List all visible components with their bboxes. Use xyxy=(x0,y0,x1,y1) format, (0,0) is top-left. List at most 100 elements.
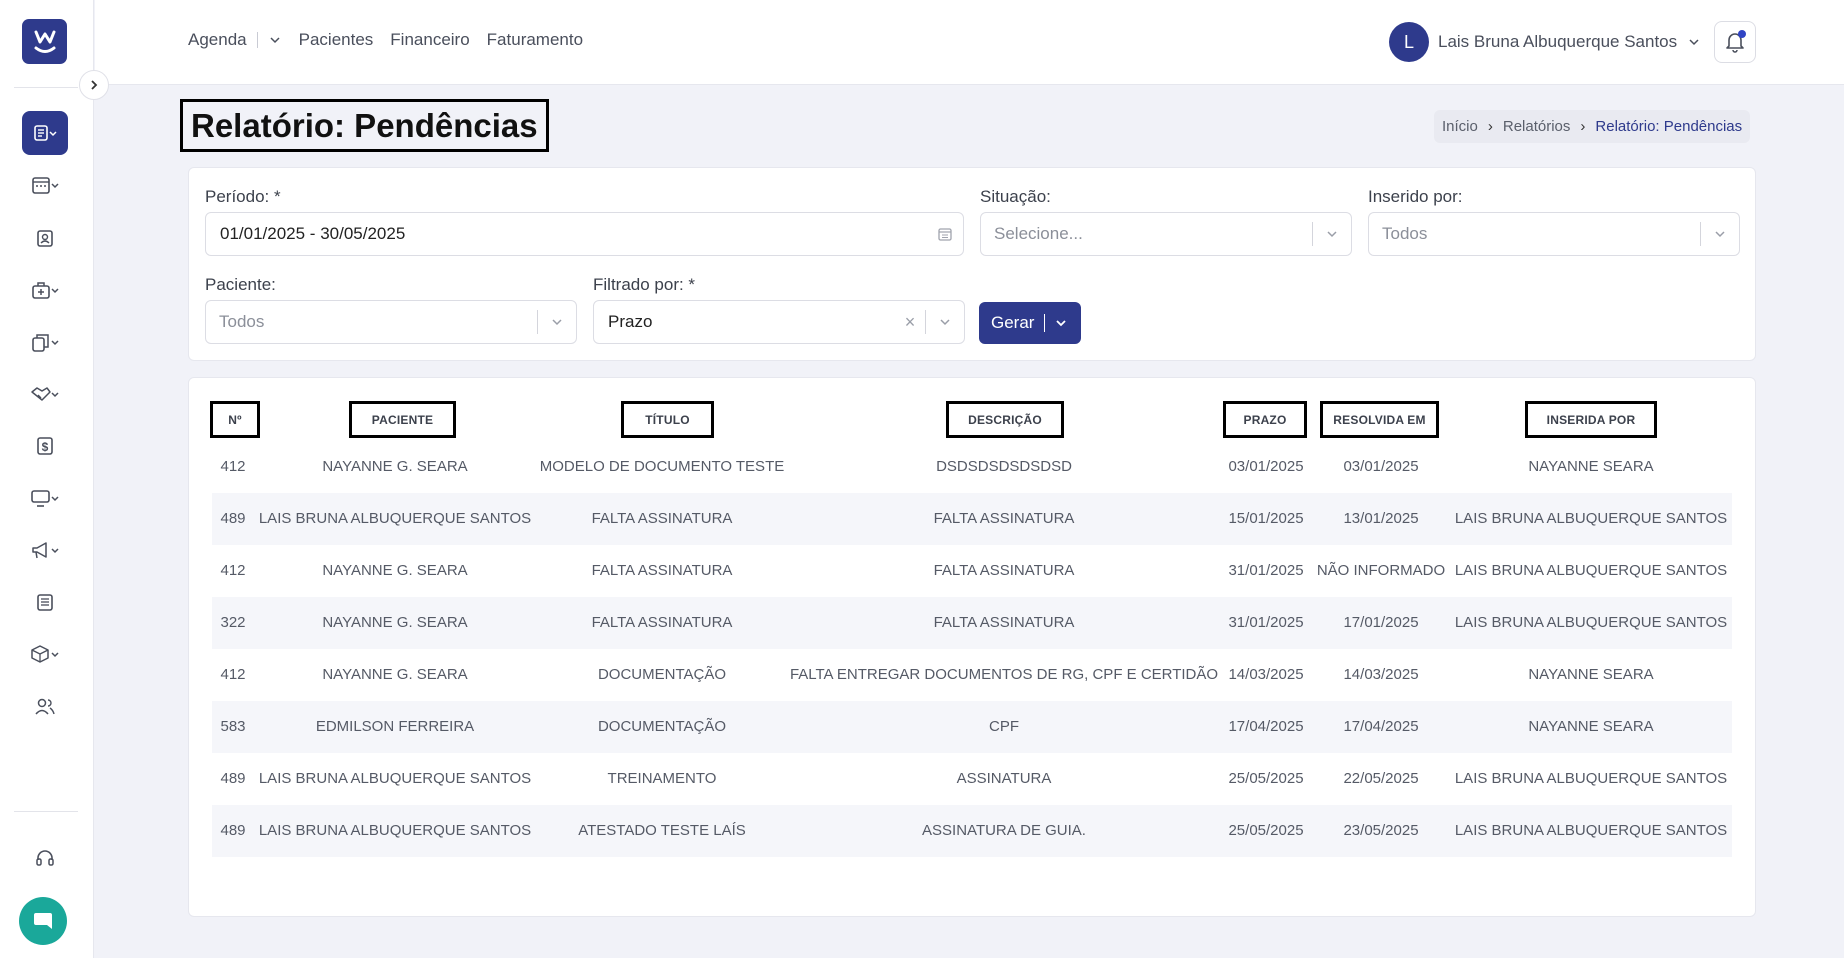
user-menu[interactable]: L Lais Bruna Albuquerque Santos xyxy=(1389,22,1701,62)
table-cell-resolvida: 17/04/2025 xyxy=(1343,718,1419,735)
table-cell-descricao: ASSINATURA xyxy=(956,770,1052,787)
table-cell-numero: 322 xyxy=(220,614,246,631)
table-cell-titulo: DOCUMENTAÇÃO xyxy=(597,666,727,683)
table-cell-prazo: 15/01/2025 xyxy=(1228,510,1304,527)
sidebar-item-devices[interactable] xyxy=(22,476,68,520)
sidebar-item-medical[interactable] xyxy=(22,268,68,312)
table-cell-paciente: NAYANNE G. SEARA xyxy=(322,458,468,475)
main-nav: Agenda Pacientes Financeiro Faturamento xyxy=(188,30,600,50)
table-cell-descricao: FALTA ASSINATURA xyxy=(933,562,1075,579)
table-cell-titulo: FALTA ASSINATURA xyxy=(591,562,733,579)
table-cell-inserida: LAIS BRUNA ALBUQUERQUE SANTOS xyxy=(1454,770,1728,787)
breadcrumb: Início › Relatórios › Relatório: Pendênc… xyxy=(1434,110,1751,143)
table-cell-resolvida: 14/03/2025 xyxy=(1343,666,1419,683)
table-cell-resolvida: 17/01/2025 xyxy=(1343,614,1419,631)
table-cell-paciente: EDMILSON FERREIRA xyxy=(315,718,475,735)
sidebar-item-stock[interactable] xyxy=(22,632,68,676)
headset-icon xyxy=(36,850,54,866)
nav-financeiro[interactable]: Financeiro xyxy=(390,30,469,50)
table-cell-resolvida: 13/01/2025 xyxy=(1343,510,1419,527)
chevron-right-icon xyxy=(91,80,98,90)
sidebar-item-news[interactable] xyxy=(22,580,68,624)
sidebar-item-support[interactable] xyxy=(22,836,68,880)
button-divider xyxy=(1044,314,1046,332)
column-header-inserida[interactable]: INSERIDA POR xyxy=(1525,401,1657,438)
table-cell-paciente: LAIS BRUNA ALBUQUERQUE SANTOS xyxy=(258,510,532,527)
column-header-numero[interactable]: Nº xyxy=(210,401,260,438)
paciente-select[interactable]: Todos xyxy=(205,300,577,344)
filtrado-select[interactable]: Prazo × xyxy=(593,300,965,344)
handshake-icon xyxy=(31,387,59,401)
breadcrumb-home[interactable]: Início xyxy=(1442,118,1478,135)
chevron-down-icon xyxy=(1715,231,1725,238)
calendar-icon xyxy=(938,228,952,241)
table-cell-prazo: 25/05/2025 xyxy=(1228,770,1304,787)
nav-pacientes[interactable]: Pacientes xyxy=(299,30,374,50)
table-cell-paciente: NAYANNE G. SEARA xyxy=(322,562,468,579)
sidebar-item-marketing[interactable] xyxy=(22,528,68,572)
users-icon xyxy=(35,698,55,715)
column-header-resolvida[interactable]: RESOLVIDA EM xyxy=(1320,401,1439,438)
table-cell-descricao: CPF xyxy=(989,718,1019,735)
w-logo-icon[interactable] xyxy=(22,19,67,64)
table-cell-resolvida: 03/01/2025 xyxy=(1343,458,1419,475)
column-header-prazo[interactable]: PRAZO xyxy=(1223,401,1307,438)
sidebar-divider xyxy=(14,811,78,812)
breadcrumb-reports[interactable]: Relatórios xyxy=(1503,118,1571,135)
patient-badge-icon xyxy=(37,230,53,247)
reports-icon xyxy=(34,125,57,141)
chevron-down-icon xyxy=(1689,39,1699,46)
inserido-value: Todos xyxy=(1382,224,1428,243)
nav-faturamento[interactable]: Faturamento xyxy=(487,30,583,50)
table-cell-numero: 412 xyxy=(220,458,246,475)
sidebar-item-finance[interactable]: $ xyxy=(22,424,68,468)
sidebar-item-reports[interactable] xyxy=(22,111,68,155)
nav-agenda[interactable]: Agenda xyxy=(188,30,247,50)
chevron-down-icon[interactable] xyxy=(1055,318,1067,328)
sidebar-item-patients[interactable] xyxy=(22,216,68,260)
avatar: L xyxy=(1389,22,1429,62)
gerar-button[interactable]: Gerar xyxy=(979,302,1081,344)
monitor-icon xyxy=(31,490,59,507)
table-cell-prazo: 03/01/2025 xyxy=(1228,458,1304,475)
chat-button[interactable] xyxy=(19,897,67,945)
chevron-down-icon[interactable] xyxy=(268,35,282,45)
table-cell-prazo: 25/05/2025 xyxy=(1228,822,1304,839)
table-cell-prazo: 31/01/2025 xyxy=(1228,614,1304,631)
table-cell-inserida: NAYANNE SEARA xyxy=(1528,718,1654,735)
column-header-titulo[interactable]: TÍTULO xyxy=(621,401,714,438)
inserido-label: Inserido por: xyxy=(1368,187,1463,206)
table-cell-resolvida: 22/05/2025 xyxy=(1343,770,1419,787)
column-header-descricao[interactable]: DESCRIÇÃO xyxy=(946,401,1064,438)
chevron-down-icon xyxy=(940,319,950,326)
situacao-select[interactable]: Selecione... xyxy=(980,212,1352,256)
sidebar-item-agreements[interactable] xyxy=(22,372,68,416)
periodo-label: Período: * xyxy=(205,187,281,206)
inserido-select[interactable]: Todos xyxy=(1368,212,1740,256)
table-cell-inserida: LAIS BRUNA ALBUQUERQUE SANTOS xyxy=(1454,510,1728,527)
table-cell-inserida: NAYANNE SEARA xyxy=(1528,666,1654,683)
periodo-input[interactable]: 01/01/2025 - 30/05/2025 xyxy=(205,212,964,256)
chat-bubble-icon xyxy=(34,913,52,929)
topbar: Agenda Pacientes Financeiro Faturamento … xyxy=(95,0,1844,85)
table-cell-paciente: LAIS BRUNA ALBUQUERQUE SANTOS xyxy=(258,770,532,787)
sidebar-collapse-button[interactable] xyxy=(79,70,109,100)
chevron-right-icon: › xyxy=(1487,118,1493,135)
paciente-value: Todos xyxy=(219,312,265,331)
table-cell-inserida: LAIS BRUNA ALBUQUERQUE SANTOS xyxy=(1454,614,1728,631)
notifications-button[interactable] xyxy=(1714,21,1756,63)
table-cell-numero: 489 xyxy=(220,510,246,527)
clear-icon[interactable]: × xyxy=(895,312,925,333)
calendar-icon xyxy=(32,177,59,194)
table-cell-prazo: 17/04/2025 xyxy=(1228,718,1304,735)
table-cell-descricao: DSDSDSDSDSDSD xyxy=(936,458,1072,475)
paciente-label: Paciente: xyxy=(205,275,276,294)
table-cell-numero: 412 xyxy=(220,562,246,579)
sidebar-item-calendar[interactable] xyxy=(22,163,68,207)
column-header-paciente[interactable]: PACIENTE xyxy=(349,401,456,438)
periodo-value: 01/01/2025 - 30/05/2025 xyxy=(220,224,406,243)
chevron-down-icon xyxy=(1327,231,1337,238)
sidebar-item-documents[interactable] xyxy=(22,320,68,364)
sidebar-item-users[interactable] xyxy=(22,684,68,728)
table-cell-titulo: MODELO DE DOCUMENTO TESTE xyxy=(539,458,785,475)
